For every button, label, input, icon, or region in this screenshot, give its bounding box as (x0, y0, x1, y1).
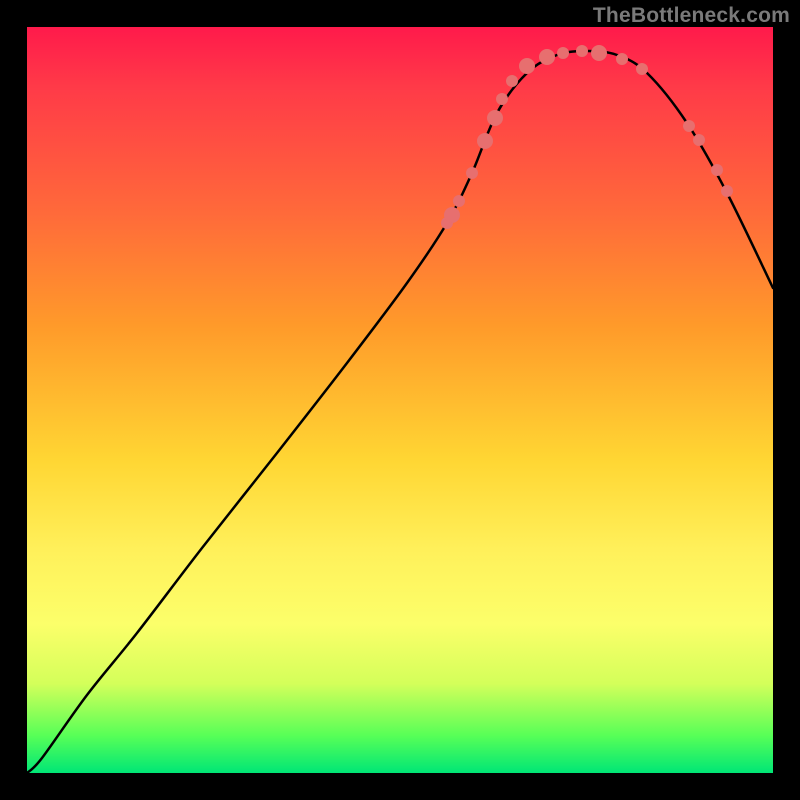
watermark-text: TheBottleneck.com (593, 4, 790, 28)
plot-area (27, 27, 773, 773)
chart-stage: TheBottleneck.com (0, 0, 800, 800)
